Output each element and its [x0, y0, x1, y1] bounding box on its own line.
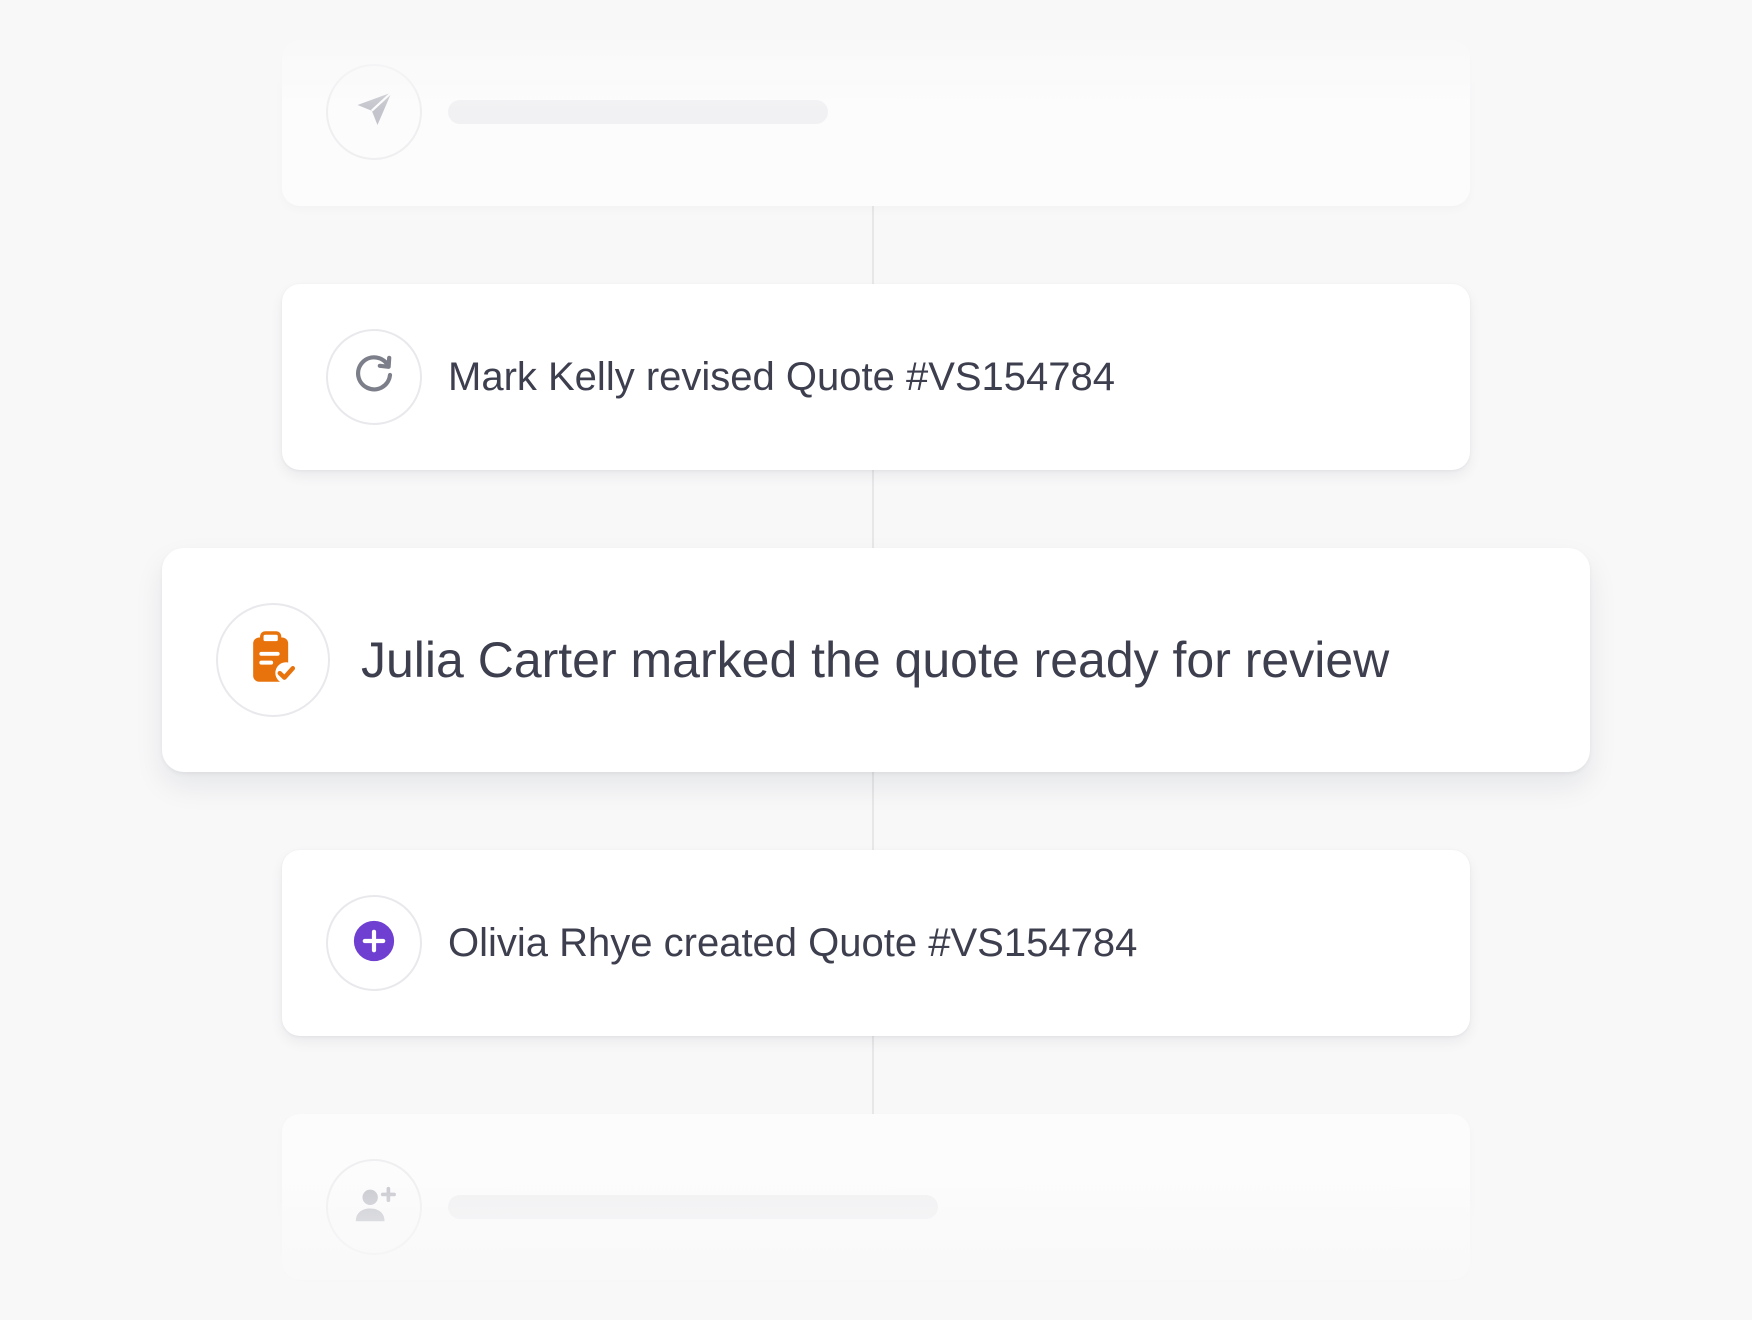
user-plus-icon — [351, 1182, 397, 1233]
clipboard-check-icon — [245, 630, 301, 691]
timeline-connector — [872, 206, 874, 284]
entry-icon-badge — [326, 329, 422, 425]
timeline-entry-placeholder — [282, 1114, 1470, 1280]
timeline-connector — [872, 470, 874, 548]
send-icon — [352, 88, 396, 137]
text-skeleton — [448, 100, 828, 124]
entry-icon-badge — [326, 64, 422, 160]
entry-text: Julia Carter marked the quote ready for … — [361, 632, 1390, 688]
timeline-entry[interactable]: Mark Kelly revised Quote #VS154784 — [282, 284, 1470, 470]
entry-icon-badge — [326, 895, 422, 991]
timeline-connector — [872, 772, 874, 850]
timeline-entry-placeholder — [282, 40, 1470, 206]
refresh-icon — [350, 351, 398, 404]
plus-circle-icon — [351, 918, 397, 969]
entry-text: Mark Kelly revised Quote #VS154784 — [448, 355, 1116, 399]
activity-timeline: Mark Kelly revised Quote #VS154784 Julia… — [0, 0, 1752, 1320]
entry-icon-badge — [326, 1159, 422, 1255]
timeline-connector — [872, 1036, 874, 1114]
entry-icon-badge — [216, 603, 330, 717]
timeline-entry[interactable]: Olivia Rhye created Quote #VS154784 — [282, 850, 1470, 1036]
text-skeleton — [448, 1195, 938, 1219]
entry-text: Olivia Rhye created Quote #VS154784 — [448, 921, 1138, 965]
timeline-entry-featured[interactable]: Julia Carter marked the quote ready for … — [162, 548, 1590, 772]
